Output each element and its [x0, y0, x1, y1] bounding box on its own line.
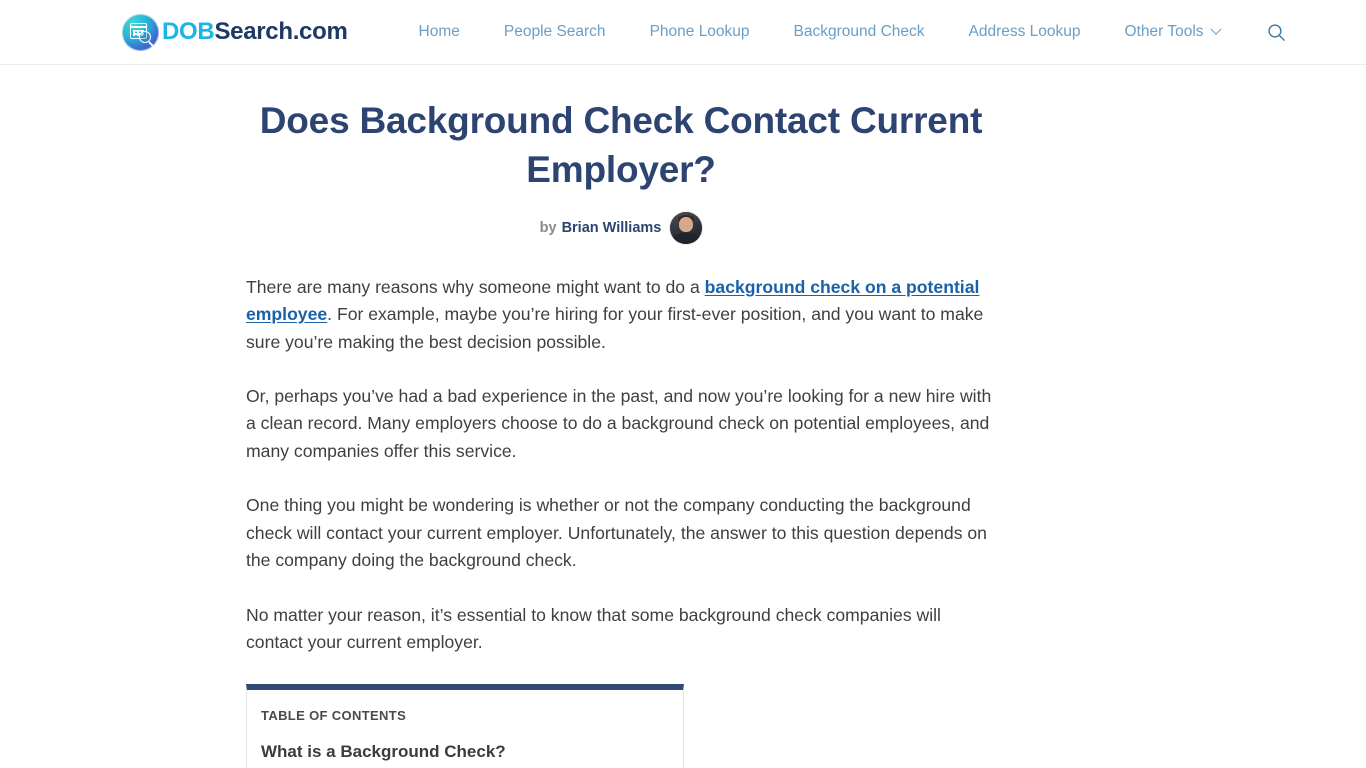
nav-item-home[interactable]: Home: [401, 24, 482, 40]
table-of-contents: TABLE OF CONTENTS What is a Background C…: [246, 684, 684, 768]
brand-suffix: Search.com: [214, 18, 348, 45]
nav-item-phone-lookup[interactable]: Phone Lookup: [628, 24, 772, 40]
brand-wordmark: DOBSearch.com: [162, 20, 348, 44]
author-avatar: [670, 211, 703, 244]
nav-item-label: Address Lookup: [968, 23, 1081, 41]
paragraph: No matter your reason, it’s essential to…: [246, 604, 941, 653]
brand-prefix: DOB: [162, 18, 215, 45]
site-logo[interactable]: DOBSearch.com: [122, 13, 348, 51]
nav-item-label: People Search: [503, 23, 606, 41]
nav-item-address-lookup[interactable]: Address Lookup: [947, 24, 1103, 40]
byline: by Brian Williams: [246, 211, 996, 244]
nav-item-label: Phone Lookup: [649, 23, 750, 41]
nav-item-background-check[interactable]: Background Check: [772, 24, 947, 40]
article: Does Background Check Contact Current Em…: [246, 97, 996, 768]
nav-item-label: Background Check: [793, 23, 925, 41]
page-wrap: Does Background Check Contact Current Em…: [0, 97, 1366, 768]
toc-heading: TABLE OF CONTENTS: [261, 708, 407, 724]
author-name[interactable]: Brian Williams: [562, 220, 662, 236]
nav-item-label: Other Tools: [1124, 23, 1204, 41]
toc-link[interactable]: What is a Background Check?: [261, 742, 506, 761]
paragraph: One thing you might be wondering is whet…: [246, 495, 987, 571]
paragraph-text-before: There are many reasons why someone might…: [246, 276, 705, 297]
page-title: Does Background Check Contact Current Em…: [259, 100, 983, 190]
site-header: DOBSearch.com Home People Search Phone L…: [0, 0, 1366, 65]
calendar-search-icon: [122, 13, 159, 51]
paragraph: Or, perhaps you’ve had a bad experience …: [246, 385, 992, 461]
article-body: There are many reasons why someone might…: [246, 274, 996, 657]
nav-item-label: Home: [418, 23, 460, 41]
header-inner: DOBSearch.com Home People Search Phone L…: [0, 0, 1366, 64]
search-button[interactable]: [1264, 19, 1290, 45]
paragraph-text-after: . For example, maybe you’re hiring for y…: [246, 304, 984, 352]
nav-item-people-search[interactable]: People Search: [482, 24, 628, 40]
toc-list: What is a Background Check? Why Do You N…: [261, 741, 661, 768]
byline-prefix: by: [539, 219, 557, 236]
chevron-down-icon: [1209, 23, 1222, 35]
nav-item-other-tools[interactable]: Other Tools: [1103, 23, 1242, 41]
toc-item-level-1[interactable]: What is a Background Check?: [261, 741, 661, 763]
main-navigation: Home People Search Phone Lookup Backgrou…: [401, 19, 1290, 45]
paragraph: There are many reasons why someone might…: [246, 274, 996, 356]
search-icon: [1268, 23, 1285, 41]
